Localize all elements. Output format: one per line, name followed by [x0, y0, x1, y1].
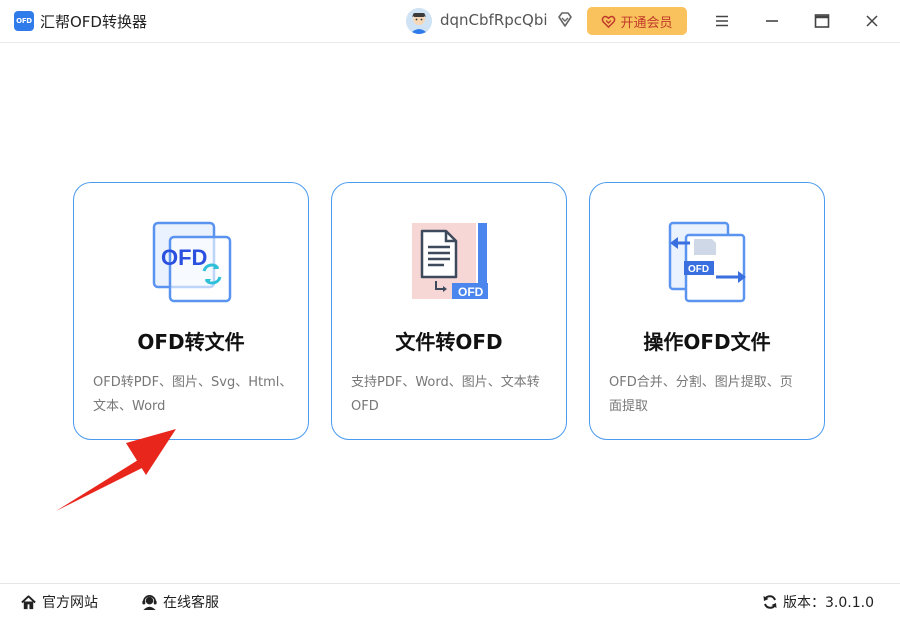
menu-button[interactable]: [709, 8, 735, 34]
svg-text:OFD: OFD: [458, 285, 484, 299]
user-avatar[interactable]: [406, 8, 432, 34]
card-description: OFD合并、分割、图片提取、页 面提取: [609, 375, 793, 414]
maximize-button[interactable]: [809, 8, 835, 34]
operate-ofd-icon: OFD: [666, 221, 750, 305]
card-file-to-ofd[interactable]: OFD 文件转OFD 支持PDF、Word、图片、文本转 OFD: [331, 182, 567, 440]
card-ofd-to-file[interactable]: OFD OFD转文件 OFD转PDF、图片、Svg、Html、 文本、Word: [73, 182, 309, 440]
close-button[interactable]: [859, 8, 885, 34]
card-description: 支持PDF、Word、图片、文本转 OFD: [351, 375, 540, 414]
online-service-label: 在线客服: [163, 595, 219, 611]
vip-button[interactable]: 开通会员: [587, 7, 687, 35]
minimize-icon: [766, 20, 778, 22]
app-logo-icon: OFD: [14, 11, 34, 31]
official-website-label: 官方网站: [42, 595, 98, 611]
ofd-convert-icon: OFD: [150, 221, 234, 305]
card-title: 操作OFD文件: [643, 330, 771, 354]
version-label: 版本：3.0.1.0: [783, 595, 874, 611]
app-title: 汇帮OFD转换器: [40, 13, 147, 31]
close-icon: [866, 15, 878, 27]
diamond-icon[interactable]: [555, 10, 575, 30]
menu-icon: [716, 15, 728, 27]
home-icon: [21, 594, 36, 609]
pointer-arrow-annotation: [50, 425, 180, 515]
minimize-button[interactable]: [759, 8, 785, 34]
card-description: OFD转PDF、图片、Svg、Html、 文本、Word: [93, 375, 293, 414]
customer-service-icon: [142, 594, 157, 610]
card-title: 文件转OFD: [395, 330, 503, 354]
title-bar: OFD 汇帮OFD转换器 dqnCbfRpcQbi 开通会员: [0, 0, 900, 43]
card-title: OFD转文件: [137, 330, 245, 354]
official-website-link[interactable]: 官方网站: [20, 592, 98, 612]
online-service-link[interactable]: 在线客服: [141, 592, 219, 612]
svg-text:OFD: OFD: [161, 245, 207, 270]
username[interactable]: dqnCbfRpcQbi: [440, 11, 548, 29]
vip-heart-icon: [602, 15, 616, 28]
card-operate-ofd[interactable]: OFD 操作OFD文件 OFD合并、分割、图片提取、页 面提取: [589, 182, 825, 440]
maximize-icon: [814, 14, 830, 28]
vip-label: 开通会员: [620, 15, 673, 31]
footer-bar: 官方网站 在线客服 版本：3.0.1.0: [0, 583, 900, 618]
refresh-icon: [763, 595, 777, 609]
version-info[interactable]: 版本：3.0.1.0: [762, 592, 874, 612]
file-to-ofd-icon: OFD: [408, 221, 492, 305]
svg-text:OFD: OFD: [688, 264, 709, 275]
